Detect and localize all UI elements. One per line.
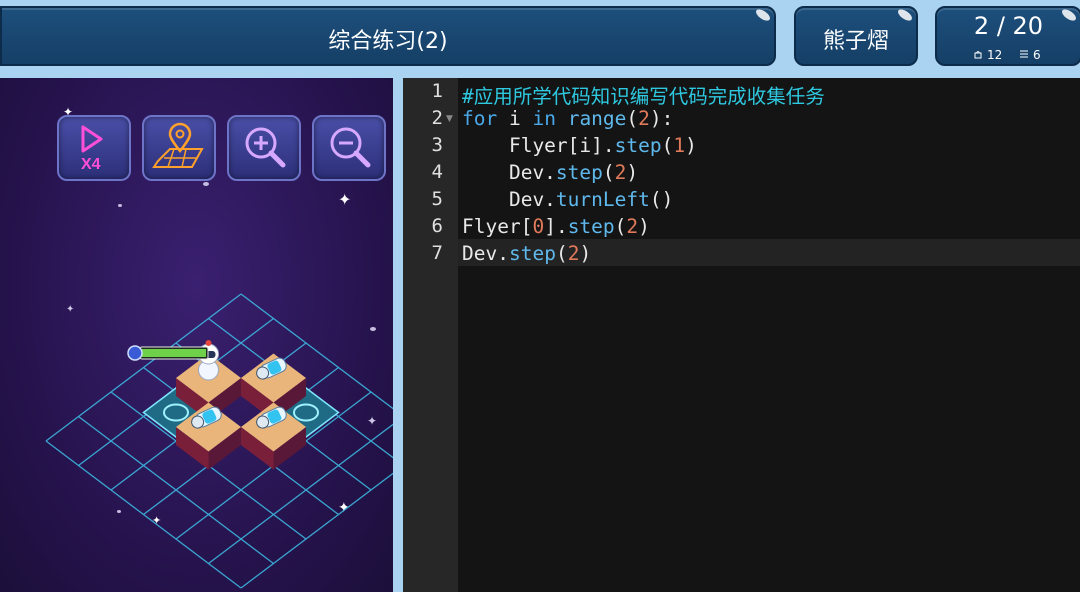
game-board[interactable] bbox=[0, 78, 393, 592]
line-number-gutter: 1 2 3 4 5 6 7 ▼ bbox=[403, 78, 458, 592]
line-number: 3 bbox=[431, 134, 443, 156]
line-number: 2 bbox=[431, 107, 443, 129]
board-tiles bbox=[127, 340, 340, 470]
line-number: 4 bbox=[431, 161, 443, 183]
robot-character bbox=[198, 340, 219, 381]
line-number: 1 bbox=[431, 80, 443, 102]
code-line[interactable]: #应用所学代码知识编写代码完成收集任务 bbox=[462, 80, 825, 109]
shine-decoration bbox=[754, 7, 772, 23]
code-line[interactable]: Dev.step(2) bbox=[462, 242, 591, 265]
bag-icon bbox=[973, 48, 983, 62]
list-icon bbox=[1019, 48, 1029, 62]
stat-a-value: 12 bbox=[987, 48, 1003, 62]
code-line[interactable]: Flyer[0].step(2) bbox=[462, 215, 650, 238]
health-bar bbox=[127, 345, 209, 361]
shine-decoration bbox=[896, 7, 914, 23]
level-title-panel: 综合练习(2) bbox=[0, 6, 776, 66]
student-name-panel[interactable]: 熊子熠 bbox=[794, 6, 918, 66]
fold-arrow-icon[interactable]: ▼ bbox=[446, 114, 453, 124]
code-editor[interactable]: 1 2 3 4 5 6 7 ▼ #应用所学代码知识编写代码完成收集任务 for i… bbox=[403, 78, 1080, 592]
game-viewport[interactable]: ✦ ✦ ✦ ✦ ✦ ✦ X4 bbox=[0, 78, 393, 592]
code-line[interactable]: Flyer[i].step(1) bbox=[462, 134, 697, 157]
code-line[interactable]: Dev.step(2) bbox=[462, 161, 638, 184]
line-number: 7 bbox=[431, 242, 443, 264]
level-title: 综合练习(2) bbox=[328, 29, 448, 54]
panel-divider[interactable] bbox=[393, 78, 403, 592]
code-line[interactable]: for i in range(2): bbox=[462, 107, 673, 130]
line-number: 5 bbox=[431, 188, 443, 210]
stat-b-value: 6 bbox=[1033, 48, 1041, 62]
grid-line bbox=[240, 472, 393, 589]
code-line[interactable]: Dev.turnLeft() bbox=[462, 188, 673, 211]
student-name: 熊子熠 bbox=[822, 29, 889, 54]
level-progress: 2 / 20 bbox=[973, 12, 1044, 40]
level-progress-panel[interactable]: 2 / 20 12 6 bbox=[935, 6, 1080, 66]
line-number: 6 bbox=[431, 215, 443, 237]
top-bar: 综合练习(2) 熊子熠 2 / 20 12 6 bbox=[0, 0, 1080, 78]
